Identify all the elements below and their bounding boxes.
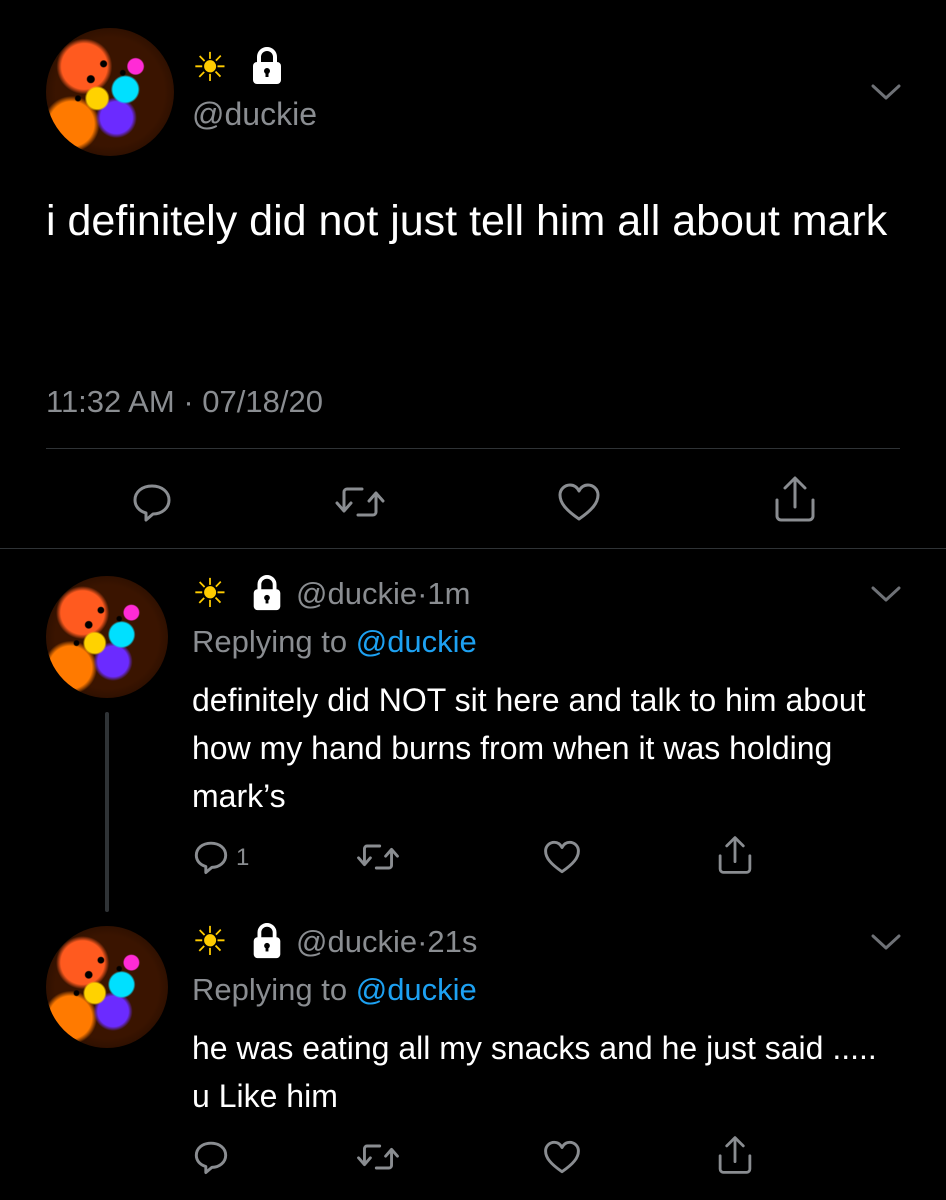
share-icon[interactable] bbox=[772, 474, 818, 524]
reply-icon[interactable] bbox=[192, 1138, 230, 1176]
replying-to-mention[interactable]: @duckie bbox=[356, 624, 477, 659]
tweet-text: i definitely did not just tell him all a… bbox=[46, 197, 888, 245]
divider bbox=[0, 548, 946, 549]
separator-dot: · bbox=[417, 576, 428, 611]
tweet-date: 07/18/20 bbox=[202, 384, 323, 419]
reply-time[interactable]: 1m bbox=[427, 576, 470, 611]
lock-icon bbox=[253, 47, 281, 84]
reply-time[interactable]: 21s bbox=[427, 924, 477, 959]
author-handle[interactable]: @duckie bbox=[192, 96, 317, 133]
share-icon[interactable] bbox=[716, 834, 754, 876]
avatar[interactable] bbox=[46, 576, 168, 698]
reply-count: 1 bbox=[236, 844, 250, 871]
like-icon[interactable] bbox=[556, 480, 602, 524]
replying-to: Replying to @duckie bbox=[192, 972, 477, 1008]
replying-to-label: Replying to bbox=[192, 972, 348, 1007]
lock-icon bbox=[253, 575, 281, 611]
separator-dot: · bbox=[417, 924, 428, 959]
like-icon[interactable] bbox=[542, 838, 582, 876]
sun-emoji-icon: ☀ bbox=[192, 572, 228, 616]
replying-to: Replying to @duckie bbox=[192, 624, 477, 660]
avatar[interactable] bbox=[46, 926, 168, 1048]
divider bbox=[46, 448, 900, 449]
share-icon[interactable] bbox=[716, 1134, 754, 1176]
reply-header: @duckie·21s bbox=[296, 924, 477, 960]
reply-handle[interactable]: @duckie bbox=[296, 576, 417, 611]
reply-header: @duckie·1m bbox=[296, 576, 471, 612]
reply-icon[interactable] bbox=[192, 838, 230, 876]
sun-emoji-icon: ☀ bbox=[192, 920, 228, 964]
replying-to-mention[interactable]: @duckie bbox=[356, 972, 477, 1007]
chevron-down-icon[interactable] bbox=[870, 82, 902, 102]
reply-icon[interactable] bbox=[130, 480, 174, 524]
lock-icon bbox=[253, 923, 281, 959]
thread-line bbox=[105, 712, 109, 912]
chevron-down-icon[interactable] bbox=[870, 584, 902, 604]
avatar[interactable] bbox=[46, 28, 174, 156]
like-icon[interactable] bbox=[542, 1138, 582, 1176]
sun-emoji-icon: ☀ bbox=[192, 46, 228, 90]
reply-handle[interactable]: @duckie bbox=[296, 924, 417, 959]
separator-dot: · bbox=[183, 384, 194, 419]
retweet-icon[interactable] bbox=[356, 1138, 400, 1176]
reply-text: he was eating all my snacks and he just … bbox=[192, 1030, 877, 1114]
chevron-down-icon[interactable] bbox=[870, 932, 902, 952]
tweet-time: 11:32 AM bbox=[46, 384, 175, 419]
retweet-icon[interactable] bbox=[356, 838, 400, 876]
retweet-icon[interactable] bbox=[334, 480, 386, 524]
replying-to-label: Replying to bbox=[192, 624, 348, 659]
reply-text: definitely did NOT sit here and talk to … bbox=[192, 682, 866, 814]
tweet-timestamp[interactable]: 11:32 AM · 07/18/20 bbox=[46, 384, 323, 420]
